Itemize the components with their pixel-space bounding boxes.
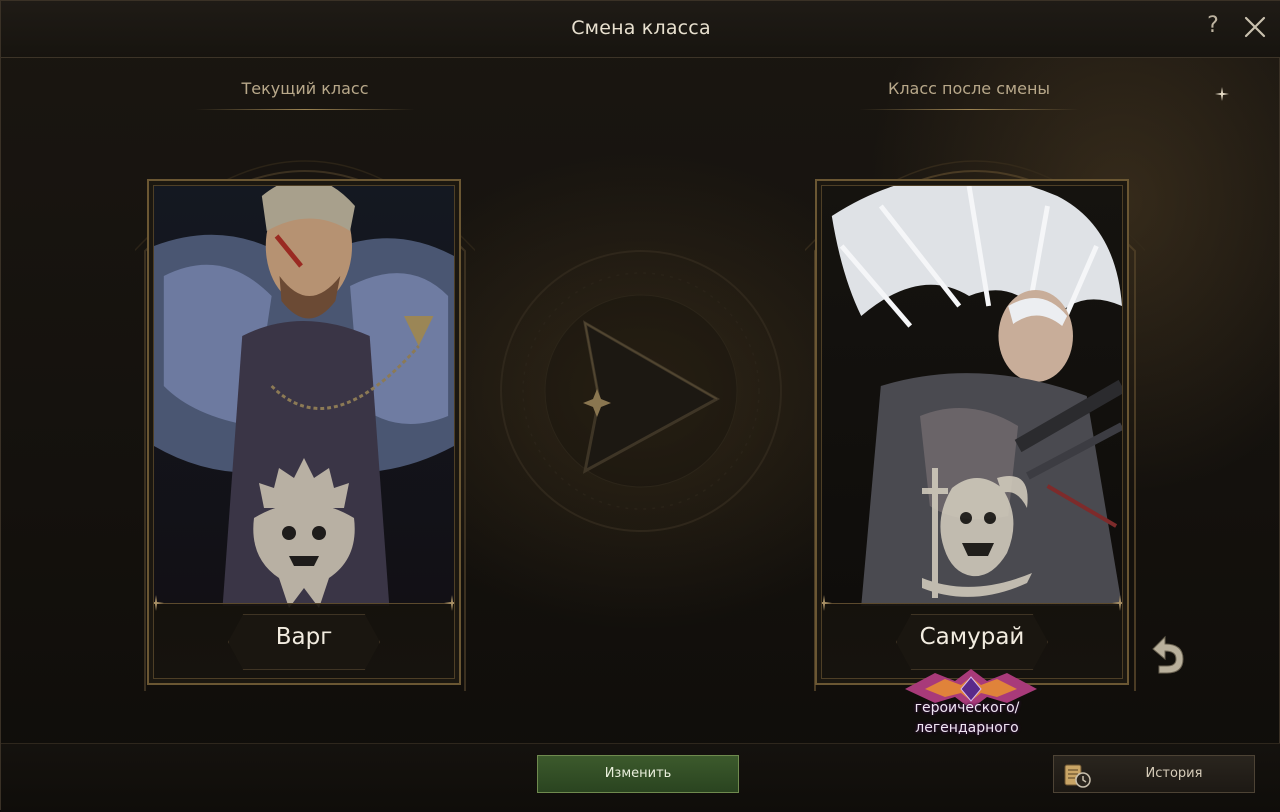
varg-emblem-icon [253,458,355,608]
question-icon: ? [1207,13,1219,38]
current-class-card: Варг [147,179,461,685]
name-plate: Варг [154,595,454,678]
scroll-clock-icon [1064,764,1091,788]
current-class-name: Варг [275,624,333,650]
history-button[interactable]: История [1053,755,1255,793]
star-ornament-icon [444,595,454,611]
close-button[interactable] [1241,13,1269,41]
help-button[interactable]: ? [1201,13,1225,41]
rank-text-line2: легендарного [915,720,1019,736]
name-plate: Самурай [822,595,1122,678]
close-icon [1244,16,1266,38]
samurai-emblem-icon [922,468,1032,598]
undo-arrow-icon[interactable] [1145,633,1187,677]
star-ornament-icon [154,595,164,611]
target-class-label: Класс после смены [887,79,1051,98]
window-title: Смена класса [571,17,711,39]
rank-text-line1: героического/ [914,700,1020,716]
card-inner: Варг [153,185,455,679]
star-ornament-icon [1112,595,1122,611]
target-class-label-wrap: Класс после смены [849,79,1089,110]
title-bar: Смена класса ? [1,1,1280,58]
star-ornament-icon [822,595,832,611]
change-class-button[interactable]: Изменить [537,755,739,793]
current-class-label-wrap: Текущий класс [185,79,425,110]
play-arrow-icon [500,250,782,532]
current-class-label: Текущий класс [241,79,369,98]
class-change-window: Смена класса ? Текущий класс Класс после… [0,0,1280,812]
label-divider [859,109,1079,110]
label-divider [195,109,415,110]
sparkle-icon [1215,87,1229,101]
card-inner: Самурай [821,185,1123,679]
history-label: История [1145,766,1203,781]
target-class-name: Самурай [919,624,1025,650]
target-class-card: Самурай [815,179,1129,685]
